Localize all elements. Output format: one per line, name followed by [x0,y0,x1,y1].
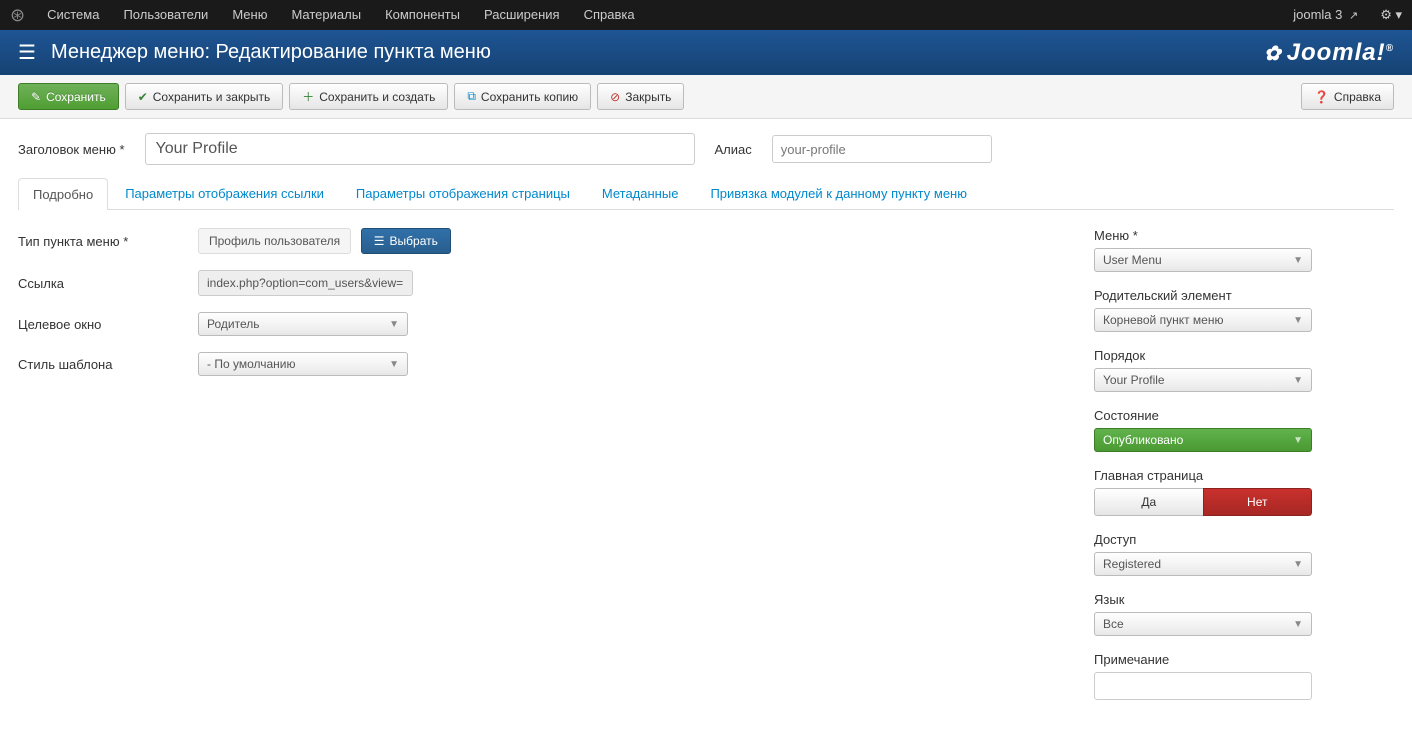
gear-icon[interactable]: ⚙ ▾ [1380,7,1402,23]
page-title: Менеджер меню: Редактирование пункта мен… [51,41,1264,64]
form-left: Тип пункта меню * Профиль пользователя ☰… [18,228,1054,716]
caret-icon: ▼ [1293,435,1303,446]
save-new-button[interactable]: ＋Сохранить и создать [289,83,448,110]
menu-label: Меню * [1094,228,1394,243]
tab-link-options[interactable]: Параметры отображения ссылки [110,177,339,209]
caret-icon: ▼ [1293,619,1303,630]
alias-label: Алиас [715,142,752,157]
order-label: Порядок [1094,348,1394,363]
tab-modules[interactable]: Привязка модулей к данному пункту меню [695,177,982,209]
joomla-icon: ⊛ [10,5,25,26]
question-icon: ❓ [1314,90,1329,104]
joomla-logo: ✿Joomla!® [1264,39,1394,67]
note-input[interactable] [1094,672,1312,700]
plus-icon: ＋ [302,88,314,105]
select-type-button[interactable]: ☰Выбрать [361,228,451,254]
save-button[interactable]: ✎Сохранить [18,83,119,110]
target-label: Целевое окно [18,317,198,332]
menu-select[interactable]: User Menu▼ [1094,248,1312,272]
menutype-value: Профиль пользователя [198,228,351,254]
content: Заголовок меню * Алиас Подробно Параметр… [0,119,1412,746]
style-label: Стиль шаблона [18,357,198,372]
home-label: Главная страница [1094,468,1394,483]
title-label: Заголовок меню * [18,142,125,157]
style-select[interactable]: - По умолчанию▼ [198,352,408,376]
target-select[interactable]: Родитель▼ [198,312,408,336]
nav-menu[interactable]: Меню [220,0,279,30]
tabs: Подробно Параметры отображения ссылки Па… [18,177,1394,210]
tab-details[interactable]: Подробно [18,178,108,210]
parent-select[interactable]: Корневой пункт меню▼ [1094,308,1312,332]
state-select[interactable]: Опубликовано▼ [1094,428,1312,452]
home-toggle: Да Нет [1094,488,1312,516]
nav-content[interactable]: Материалы [279,0,373,30]
page-header: ☰ Менеджер меню: Редактирование пункта м… [0,30,1412,75]
form-body: Тип пункта меню * Профиль пользователя ☰… [18,228,1394,716]
link-label: Ссылка [18,276,198,291]
state-label: Состояние [1094,408,1394,423]
save-copy-button[interactable]: ⧉Сохранить копию [454,83,591,110]
close-button[interactable]: ⊘Закрыть [597,83,684,110]
caret-icon: ▼ [389,319,399,330]
home-yes[interactable]: Да [1094,488,1203,516]
list-icon: ☰ [374,234,385,248]
caret-icon: ▼ [1293,375,1303,386]
caret-icon: ▼ [389,359,399,370]
caret-icon: ▼ [1293,315,1303,326]
top-navbar: ⊛ Система Пользователи Меню Материалы Ко… [0,0,1412,30]
nav-components[interactable]: Компоненты [373,0,472,30]
tab-page-options[interactable]: Параметры отображения страницы [341,177,585,209]
help-button[interactable]: ❓Справка [1301,83,1394,110]
tab-metadata[interactable]: Метаданные [587,177,694,209]
external-icon: ↗ [1349,10,1358,22]
lang-select[interactable]: Все▼ [1094,612,1312,636]
nav-system[interactable]: Система [35,0,111,30]
copy-icon: ⧉ [467,89,476,104]
lang-label: Язык [1094,592,1394,607]
order-select[interactable]: Your Profile▼ [1094,368,1312,392]
nav-users[interactable]: Пользователи [111,0,220,30]
home-no[interactable]: Нет [1203,488,1313,516]
apply-icon: ✎ [31,90,41,104]
caret-icon: ▼ [1293,255,1303,266]
parent-label: Родительский элемент [1094,288,1394,303]
access-label: Доступ [1094,532,1394,547]
bars-icon: ☰ [18,40,36,65]
save-close-button[interactable]: ✔Сохранить и закрыть [125,83,284,110]
joomla-logo-icon: ✿ [1264,43,1282,65]
form-right: Меню * User Menu▼ Родительский элемент К… [1054,228,1394,716]
menutype-label: Тип пункта меню * [18,234,198,249]
link-input [198,270,413,296]
check-icon: ✔ [138,90,148,104]
note-label: Примечание [1094,652,1394,667]
alias-input[interactable] [772,135,992,163]
nav-help[interactable]: Справка [572,0,647,30]
title-row: Заголовок меню * Алиас [18,133,1394,165]
access-select[interactable]: Registered▼ [1094,552,1312,576]
cancel-icon: ⊘ [610,90,620,104]
site-name: joomla 3 [1293,7,1342,22]
title-input[interactable] [145,133,695,165]
nav-extensions[interactable]: Расширения [472,0,572,30]
site-link[interactable]: joomla 3 ↗ [1281,0,1370,31]
toolbar: ✎Сохранить ✔Сохранить и закрыть ＋Сохрани… [0,75,1412,119]
caret-icon: ▼ [1293,559,1303,570]
